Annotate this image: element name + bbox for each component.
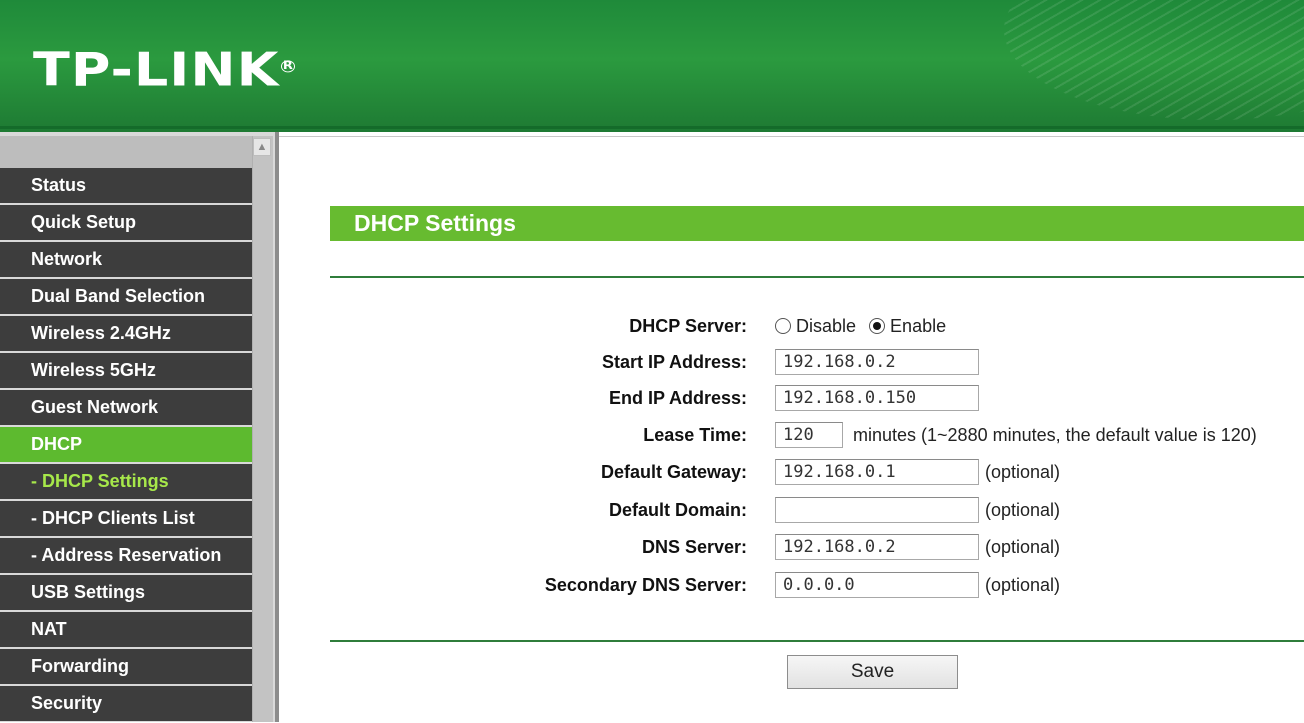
logo-text: TP-LINK — [33, 42, 280, 97]
secondary-dns-optional-note: (optional) — [985, 575, 1061, 595]
header-rule — [0, 126, 1304, 129]
sidebar-subitem-dhcp-settings[interactable]: - DHCP Settings — [0, 464, 252, 499]
scroll-up-arrow-icon[interactable]: ▲ — [253, 138, 271, 156]
sidebar-item-dual-band-selection[interactable]: Dual Band Selection — [0, 279, 252, 314]
main-content: DHCP Settings DHCP Server: Disable Enabl… — [279, 136, 1304, 723]
sidebar-menu: Status Quick Setup Network Dual Band Sel… — [0, 168, 252, 723]
default-gateway-label: Default Gateway: — [600, 462, 747, 482]
end-ip-field[interactable] — [775, 385, 979, 411]
start-ip-label: Start IP Address: — [601, 352, 747, 372]
top-divider — [330, 276, 1304, 278]
sidebar-item-usb-settings[interactable]: USB Settings — [0, 575, 252, 610]
secondary-dns-row: Secondary DNS Server: (optional) — [279, 571, 1304, 599]
enable-radio-label: Enable — [890, 316, 947, 336]
sidebar-subitem-dhcp-clients-list[interactable]: - DHCP Clients List — [0, 501, 252, 536]
lease-time-field[interactable] — [775, 422, 843, 448]
dhcp-server-row: DHCP Server: Disable Enable — [279, 312, 1304, 340]
sidebar-item-guest-network[interactable]: Guest Network — [0, 390, 252, 425]
sidebar-item-status[interactable]: Status — [0, 168, 252, 203]
dns-server-optional-note: (optional) — [985, 537, 1061, 557]
default-domain-row: Default Domain: (optional) — [279, 496, 1304, 524]
sidebar-item-nat[interactable]: NAT — [0, 612, 252, 647]
sidebar-item-wireless-5ghz[interactable]: Wireless 5GHz — [0, 353, 252, 388]
page-title: DHCP Settings — [330, 206, 1304, 241]
dhcp-enable-option[interactable]: Enable — [869, 312, 946, 340]
sidebar-subitem-address-reservation[interactable]: - Address Reservation — [0, 538, 252, 573]
sidebar-item-quick-setup[interactable]: Quick Setup — [0, 205, 252, 240]
sidebar-item-network[interactable]: Network — [0, 242, 252, 277]
default-gateway-row: Default Gateway: (optional) — [279, 458, 1304, 486]
header-decoration — [1004, 0, 1304, 120]
sidebar-top-spacer — [0, 136, 252, 168]
sidebar-item-security[interactable]: Security — [0, 686, 252, 721]
sidebar-scrollbar[interactable] — [252, 136, 273, 722]
end-ip-row: End IP Address: — [279, 384, 1304, 412]
bottom-divider — [330, 640, 1304, 642]
lease-time-row: Lease Time: minutes (1~2880 minutes, the… — [279, 421, 1304, 449]
default-gateway-optional-note: (optional) — [985, 462, 1061, 482]
dns-server-label: DNS Server: — [641, 537, 747, 557]
dns-server-field[interactable] — [775, 534, 979, 560]
disable-radio-label: Disable — [796, 316, 857, 336]
enable-radio-button[interactable] — [869, 318, 886, 334]
dns-server-row: DNS Server: (optional) — [279, 533, 1304, 561]
default-domain-field[interactable] — [775, 497, 979, 523]
secondary-dns-label: Secondary DNS Server: — [544, 575, 747, 595]
dhcp-disable-option[interactable]: Disable — [775, 312, 856, 340]
dhcp-server-label: DHCP Server: — [629, 316, 747, 336]
registered-mark-icon: R — [281, 59, 296, 73]
header-banner: TP-LINK R — [0, 0, 1304, 132]
sidebar-item-wireless-24ghz[interactable]: Wireless 2.4GHz — [0, 316, 252, 351]
save-button[interactable]: Save — [787, 655, 958, 689]
default-domain-label: Default Domain: — [608, 500, 747, 520]
default-gateway-field[interactable] — [775, 459, 979, 485]
secondary-dns-field[interactable] — [775, 572, 979, 598]
tp-link-logo: TP-LINK R — [33, 42, 296, 97]
start-ip-field[interactable] — [775, 349, 979, 375]
sidebar-item-dhcp[interactable]: DHCP — [0, 427, 252, 462]
default-domain-optional-note: (optional) — [985, 500, 1061, 520]
end-ip-label: End IP Address: — [608, 388, 747, 408]
start-ip-row: Start IP Address: — [279, 348, 1304, 376]
dhcp-server-radio-group: Disable Enable — [775, 312, 954, 340]
lease-time-note: minutes (1~2880 minutes, the default val… — [853, 425, 1257, 445]
lease-time-label: Lease Time: — [643, 425, 747, 445]
sidebar-item-forwarding[interactable]: Forwarding — [0, 649, 252, 684]
disable-radio-button[interactable] — [775, 318, 791, 334]
